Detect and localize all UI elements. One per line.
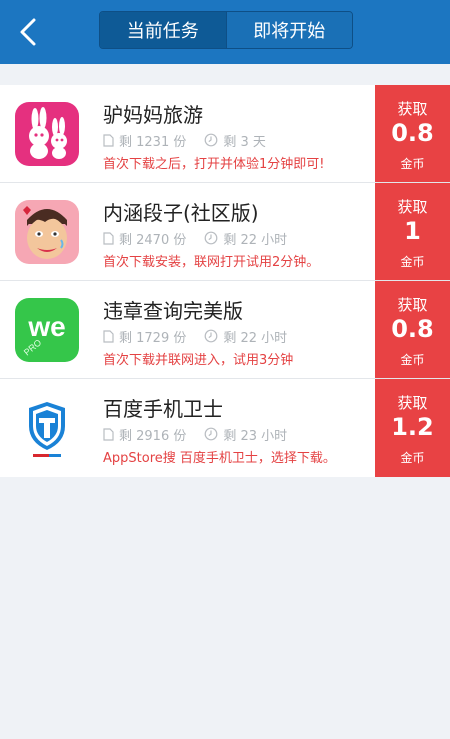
time-left: 剩 22 小时 [223,330,288,346]
task-row[interactable]: 百度手机卫士 剩 2916 份 剩 23 小时 AppStore搜 百度手机卫士… [0,379,450,477]
clock-icon [204,231,218,245]
shield-icon [15,396,79,460]
chevron-left-icon [20,18,36,46]
reward-amount: 1.2 [391,413,434,441]
remaining-count: 剩 1729 份 [119,330,187,346]
task-row[interactable]: 内涵段子(社区版) 剩 2470 份 剩 22 小时 首次下载安装，联网打开试用… [0,183,450,281]
task-instruction: AppStore搜 百度手机卫士，选择下载。 [103,451,336,466]
clock-icon [204,427,218,441]
clock-icon [204,133,218,147]
time-left: 剩 23 小时 [223,428,288,444]
task-tab-switch: 当前任务 即将开始 [99,11,353,49]
claim-reward-button[interactable]: 获取 1.2 金币 [375,379,450,477]
document-icon [103,427,114,441]
reward-amount: 1 [404,217,421,245]
claim-reward-button[interactable]: 获取 0.8 金币 [375,85,450,182]
back-button[interactable] [12,14,48,50]
remaining-count: 剩 2470 份 [119,232,187,248]
rabbits-icon [15,102,79,166]
app-name: 内涵段子(社区版) [103,201,259,225]
task-row[interactable]: we PRO 违章查询完美版 剩 1729 份 剩 22 小时 首次下载并联网进… [0,281,450,379]
reward-unit: 金币 [400,451,425,465]
time-left: 剩 3 天 [223,134,266,150]
tab-current-tasks[interactable]: 当前任务 [100,12,226,48]
reward-label: 获取 [397,394,428,412]
document-icon [103,329,114,343]
reward-unit: 金币 [400,255,425,269]
task-meta: 剩 2470 份 剩 22 小时 [103,229,288,248]
header-bar: 当前任务 即将开始 [0,0,450,64]
task-instruction: 首次下载之后，打开并体验1分钟即可! [103,157,325,172]
app-name: 百度手机卫士 [103,397,223,421]
task-meta: 剩 2916 份 剩 23 小时 [103,425,288,444]
clock-icon [204,329,218,343]
task-row[interactable]: 驴妈妈旅游 剩 1231 份 剩 3 天 首次下载之后，打开并体验1分钟即可! … [0,85,450,183]
cartoon-face-icon [15,200,79,264]
reward-label: 获取 [397,198,428,216]
we-pro-icon: we PRO [15,298,79,362]
task-instruction: 首次下载并联网进入，试用3分钟 [103,353,294,368]
svg-text:we: we [27,311,65,342]
claim-reward-button[interactable]: 获取 0.8 金币 [375,281,450,378]
reward-unit: 金币 [400,157,425,171]
reward-label: 获取 [397,100,428,118]
reward-amount: 0.8 [391,315,434,343]
app-name: 违章查询完美版 [103,299,243,323]
reward-amount: 0.8 [391,119,434,147]
remaining-count: 剩 1231 份 [119,134,187,150]
reward-label: 获取 [397,296,428,314]
time-left: 剩 22 小时 [223,232,288,248]
app-name: 驴妈妈旅游 [103,103,203,127]
document-icon [103,133,114,147]
task-list: 驴妈妈旅游 剩 1231 份 剩 3 天 首次下载之后，打开并体验1分钟即可! … [0,85,450,477]
reward-unit: 金币 [400,353,425,367]
task-meta: 剩 1231 份 剩 3 天 [103,131,266,150]
document-icon [103,231,114,245]
remaining-count: 剩 2916 份 [119,428,187,444]
task-meta: 剩 1729 份 剩 22 小时 [103,327,288,346]
claim-reward-button[interactable]: 获取 1 金币 [375,183,450,280]
tab-upcoming[interactable]: 即将开始 [225,12,352,48]
task-instruction: 首次下载安装，联网打开试用2分钟。 [103,255,320,270]
